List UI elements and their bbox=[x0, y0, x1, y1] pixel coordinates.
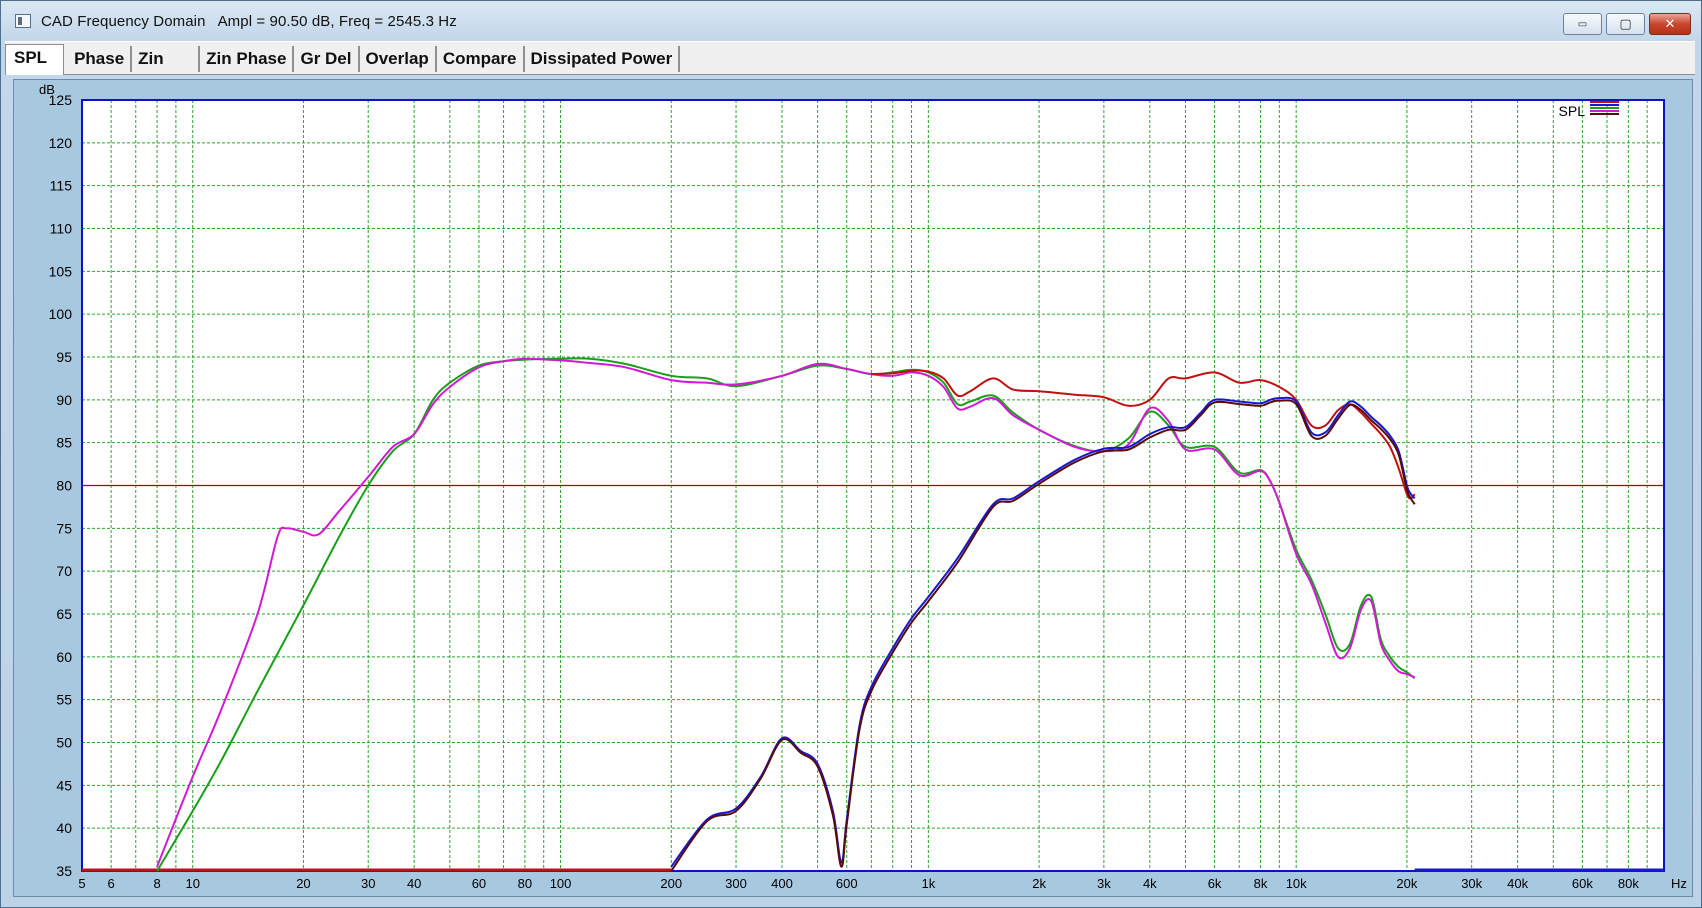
x-tick-label: 20k bbox=[1396, 876, 1417, 891]
tab-phase[interactable]: Phase bbox=[68, 46, 133, 72]
tab-zin-phase[interactable]: Zin Phase bbox=[200, 46, 295, 72]
x-tick-label: 5 bbox=[78, 876, 85, 891]
tab-label: Zin bbox=[138, 49, 164, 68]
y-tick-label: 80 bbox=[56, 478, 72, 494]
plot-panel: 35 40 45 50 55 60 65 70 75 80 85 90 95 100 105 110 115 12… bbox=[13, 79, 1693, 897]
tab-label: Phase bbox=[74, 49, 125, 68]
maximize-icon: ▢ bbox=[1619, 16, 1632, 32]
x-tick-label: 200 bbox=[660, 876, 682, 891]
x-tick-label: 4k bbox=[1143, 876, 1157, 891]
window-controls: ▭ ▢ ✕ bbox=[1563, 13, 1691, 35]
y-tick-label: 105 bbox=[49, 263, 73, 279]
x-tick-label: 3k bbox=[1097, 876, 1111, 891]
x-tick-label: 6k bbox=[1208, 876, 1222, 891]
minimize-icon: ▭ bbox=[1577, 18, 1588, 30]
x-tick-label: 10 bbox=[185, 876, 199, 891]
y-axis-unit: dB bbox=[39, 82, 55, 97]
x-tick-label: 80k bbox=[1618, 876, 1639, 891]
tab-compare[interactable]: Compare bbox=[437, 46, 525, 72]
minimize-button[interactable]: ▭ bbox=[1563, 13, 1602, 35]
maximize-button[interactable]: ▢ bbox=[1606, 13, 1645, 35]
y-tick-label: 75 bbox=[56, 520, 72, 536]
tab-label: Compare bbox=[442, 49, 517, 68]
close-icon: ✕ bbox=[1664, 16, 1676, 32]
y-tick-label: 60 bbox=[56, 649, 72, 665]
x-tick-label: 600 bbox=[836, 876, 858, 891]
window-title: CAD Frequency Domain bbox=[41, 12, 206, 30]
x-tick-label: 40 bbox=[407, 876, 421, 891]
tab-label: SPL bbox=[14, 48, 48, 67]
app-window: CAD Frequency Domain Ampl = 90.50 dB, Fr… bbox=[0, 0, 1702, 908]
x-tick-label: 6 bbox=[108, 876, 115, 891]
spl-chart[interactable]: 3540455055606570758085909510010511011512… bbox=[14, 80, 1692, 896]
x-tick-label: 1k bbox=[921, 876, 935, 891]
x-tick-label: 60 bbox=[472, 876, 486, 891]
x-tick-label: 40k bbox=[1507, 876, 1528, 891]
tab-overlap[interactable]: Overlap bbox=[360, 46, 437, 72]
x-tick-label: 30 bbox=[361, 876, 375, 891]
y-tick-label: 110 bbox=[50, 221, 73, 237]
x-tick-label: 100 bbox=[550, 876, 572, 891]
x-tick-label: 80 bbox=[518, 876, 532, 891]
tab-label: Dissipated Power bbox=[530, 49, 673, 68]
x-tick-label: 20 bbox=[296, 876, 310, 891]
tab-spl[interactable]: SPL bbox=[5, 44, 65, 75]
cursor-readout: Ampl = 90.50 dB, Freq = 2545.3 Hz bbox=[217, 12, 457, 30]
y-tick-label: 55 bbox=[56, 692, 72, 708]
tab-label: Gr Del bbox=[300, 49, 352, 68]
y-tick-label: 85 bbox=[56, 435, 72, 451]
y-tick-label: 120 bbox=[49, 135, 73, 151]
tab-gr-del[interactable]: Gr Del bbox=[294, 46, 360, 72]
app-icon bbox=[15, 14, 31, 28]
y-tick-label: 65 bbox=[56, 606, 72, 622]
tab-label: Zin Phase bbox=[206, 49, 287, 68]
y-tick-label: 70 bbox=[56, 563, 72, 579]
y-tick-label: 90 bbox=[56, 392, 72, 408]
x-tick-label: 8 bbox=[153, 876, 160, 891]
title-bar[interactable]: CAD Frequency Domain Ampl = 90.50 dB, Fr… bbox=[1, 1, 1701, 41]
y-tick-label: 100 bbox=[49, 306, 73, 322]
x-tick-label: 10k bbox=[1286, 876, 1307, 891]
x-tick-label: 300 bbox=[725, 876, 747, 891]
tab-zin[interactable]: Zin bbox=[132, 46, 201, 72]
close-button[interactable]: ✕ bbox=[1649, 13, 1691, 35]
y-tick-label: 50 bbox=[56, 735, 72, 751]
tab-label: Overlap bbox=[365, 49, 429, 68]
y-tick-label: 40 bbox=[56, 820, 72, 836]
tab-bar: SPL Phase Zin Zin Phase Gr Del Overlap C… bbox=[5, 41, 1695, 75]
x-tick-label: 400 bbox=[771, 876, 793, 891]
x-tick-label: 30k bbox=[1461, 876, 1482, 891]
y-tick-label: 45 bbox=[56, 777, 72, 793]
y-tick-label: 115 bbox=[50, 178, 73, 194]
legend-label: SPL bbox=[1559, 103, 1586, 119]
x-tick-label: 2k bbox=[1032, 876, 1046, 891]
y-tick-label: 35 bbox=[56, 863, 72, 879]
tab-dissipated-power[interactable]: Dissipated Power bbox=[525, 46, 681, 72]
y-tick-label: 95 bbox=[56, 349, 72, 365]
x-tick-label: 60k bbox=[1572, 876, 1593, 891]
x-tick-label: 8k bbox=[1254, 876, 1268, 891]
x-axis-unit: Hz bbox=[1671, 876, 1687, 891]
